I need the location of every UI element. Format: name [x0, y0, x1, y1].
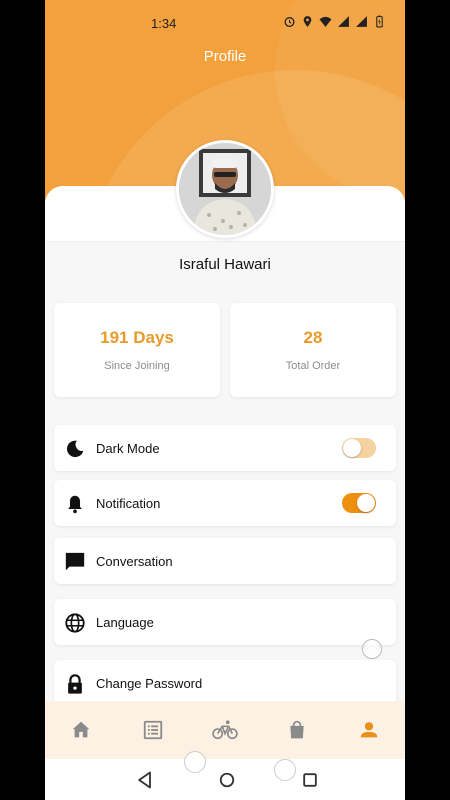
wifi-icon: [319, 15, 332, 28]
notification-toggle[interactable]: [342, 493, 376, 513]
bell-icon: [64, 493, 86, 515]
settings-item-label: Notification: [96, 496, 161, 511]
recents-square-icon: [303, 773, 317, 787]
user-name: Israful Hawari: [179, 256, 271, 273]
status-time: 1:34: [151, 16, 177, 31]
phone-screen: 1:34 Profile Israful Hawari 191 Days Sin…: [45, 0, 405, 800]
settings-item-language[interactable]: Language: [54, 599, 396, 645]
settings-item-label: Dark Mode: [96, 441, 160, 456]
home-icon: [72, 721, 90, 738]
touch-indicator: [362, 639, 382, 659]
lock-icon: [64, 673, 86, 695]
page-title: Profile: [203, 48, 247, 65]
settings-item-dark-mode[interactable]: Dark Mode: [54, 425, 396, 471]
recents-button[interactable]: [300, 770, 320, 790]
avatar[interactable]: [176, 140, 274, 238]
stat-value: 191 Days: [100, 328, 174, 347]
globe-icon: [64, 612, 86, 634]
settings-item-label: Conversation: [96, 554, 173, 569]
nav-delivery[interactable]: [205, 710, 245, 750]
status-bar: 1:34: [45, 12, 405, 36]
touch-indicator: [274, 759, 296, 781]
settings-item-label: Change Password: [96, 676, 203, 691]
battery-icon: [373, 15, 386, 28]
nav-home[interactable]: [61, 710, 101, 750]
location-icon: [301, 15, 314, 28]
stat-total-order: 28 Total Order: [230, 303, 396, 397]
profile-icon: [360, 722, 378, 738]
dark-mode-toggle[interactable]: [342, 438, 376, 458]
orders-list-icon: [143, 720, 163, 740]
touch-indicator: [184, 751, 206, 773]
bottom-nav: [45, 701, 405, 759]
settings-item-notification[interactable]: Notification: [54, 480, 396, 526]
home-button[interactable]: [217, 770, 237, 790]
stat-value: 28: [303, 328, 323, 347]
stat-label: Since Joining: [104, 360, 170, 372]
nav-orders[interactable]: [133, 710, 173, 750]
settings-item-label: Language: [96, 615, 154, 630]
settings-item-change-password[interactable]: Change Password: [54, 660, 396, 706]
nav-bag[interactable]: [277, 710, 317, 750]
avatar-photo: [179, 143, 271, 235]
chat-icon: [64, 551, 86, 573]
signal-icon: [337, 15, 350, 28]
system-nav-bar: [45, 759, 405, 800]
back-button[interactable]: [135, 770, 155, 790]
settings-item-conversation[interactable]: Conversation: [54, 538, 396, 584]
bicycle-icon: [212, 720, 238, 740]
home-circle-icon: [219, 772, 235, 788]
alarm-icon: [283, 15, 296, 28]
bag-icon: [290, 720, 304, 739]
back-triangle-icon: [138, 771, 151, 789]
stat-label: Total Order: [285, 360, 341, 372]
signal-icon: [355, 15, 368, 28]
moon-icon: [64, 438, 86, 460]
stat-since-joining: 191 Days Since Joining: [54, 303, 220, 397]
nav-profile[interactable]: [349, 710, 389, 750]
